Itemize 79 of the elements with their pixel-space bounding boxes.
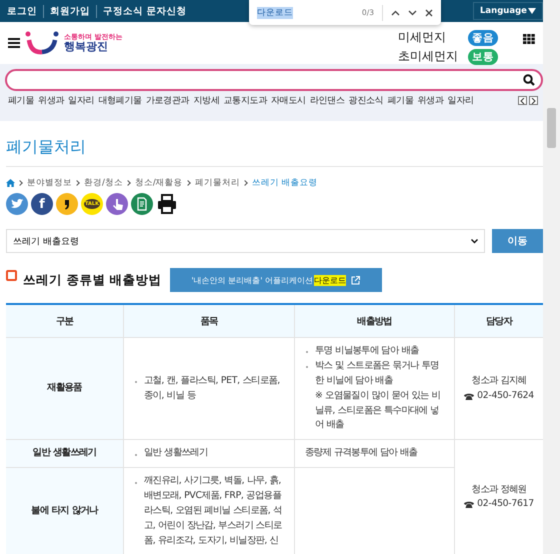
- top-link[interactable]: 회원가입: [43, 4, 96, 18]
- document-icon[interactable]: [131, 193, 153, 215]
- home-icon[interactable]: [6, 179, 15, 187]
- column-header: 배출방법: [294, 304, 454, 338]
- air-quality-label: 미세먼지: [398, 29, 447, 46]
- item-text: 일반 생활쓰레기: [134, 446, 284, 462]
- top-link[interactable]: 로그인: [7, 4, 43, 18]
- section-heading: 쓰레기 종류별 배출방법: [23, 272, 162, 288]
- logo-icon: [25, 31, 59, 55]
- contact-phone: 02-450-7617: [477, 497, 534, 512]
- column-header: 구분: [6, 304, 124, 338]
- contact-phone: 02-450-7624: [477, 388, 534, 403]
- keyword-link[interactable]: 교통지도과: [223, 94, 267, 107]
- keyword-link[interactable]: 지방세: [193, 94, 220, 107]
- bird-icon[interactable]: [6, 193, 28, 215]
- close-icon[interactable]: [425, 8, 433, 16]
- chevron-icon: [125, 180, 131, 186]
- method-text: 투명 비닐봉투에 담아 배출: [305, 344, 444, 359]
- search-field[interactable]: [5, 69, 543, 91]
- keyword-link[interactable]: 일자리: [68, 94, 94, 107]
- breadcrumb-link[interactable]: 청소/재활용: [134, 177, 183, 189]
- breadcrumb-link[interactable]: 쓰레기 배출요령: [252, 177, 318, 189]
- method-text: 박스 및 스트로폼은 묶거나 투명한 비닐에 담아 배출: [305, 358, 444, 389]
- top-link[interactable]: 구정소식 문자신청: [96, 4, 192, 18]
- phone-icon: [464, 392, 474, 400]
- column-header: 품목: [124, 304, 294, 338]
- facebook-share-button[interactable]: f: [31, 193, 53, 215]
- method-note: ※ 오염물질이 많이 묻어 있는 비닐류, 스티로폼은 특수마대에 넣어 배출: [314, 388, 442, 432]
- method-text: 종량제 규격봉투에 담아 배출: [305, 446, 418, 460]
- air-quality-badge: 좋음: [468, 30, 498, 46]
- comma-icon[interactable]: [56, 193, 78, 215]
- scrollbar-thumb[interactable]: [547, 108, 556, 148]
- search-icon[interactable]: [523, 74, 535, 86]
- find-query-field[interactable]: 다운로드: [257, 6, 293, 18]
- scrollbar[interactable]: [543, 0, 560, 554]
- app-download-button[interactable]: '내손안의 분리배출' 어플리케이션 다운로드: [170, 268, 382, 292]
- keyword-link[interactable]: 가로경관과: [146, 94, 190, 107]
- keyword-link[interactable]: 광진소식: [348, 94, 384, 107]
- contact-name: 청소과 김지혜: [470, 374, 528, 388]
- go-button[interactable]: 이동: [492, 229, 543, 253]
- language-dropdown[interactable]: Language: [473, 2, 543, 20]
- breadcrumb-link[interactable]: 폐기물처리: [194, 177, 240, 189]
- keyword-link[interactable]: 폐기물: [387, 94, 414, 107]
- keyword-link[interactable]: 자매도시: [270, 94, 306, 107]
- column-header: 담당자: [454, 304, 543, 338]
- external-link-icon: [350, 276, 360, 284]
- next-button[interactable]: [529, 96, 538, 105]
- keyword-link[interactable]: 위생과: [418, 94, 444, 107]
- chevron-down-icon[interactable]: [408, 10, 417, 16]
- air-quality-label: 초미세먼지: [398, 48, 459, 65]
- keyword-link[interactable]: 폐기물: [8, 94, 34, 107]
- logo-name: 행복광진: [64, 41, 108, 52]
- page-title: 폐기물처리: [6, 121, 543, 167]
- square-bullet-icon: [6, 270, 17, 281]
- keyword-link[interactable]: 라인댄스: [310, 94, 345, 107]
- chevron-icon: [74, 180, 80, 186]
- item-text: 깨진유리, 사기그릇, 벽돌, 나무, 흙, 배변모래, PVC제품, FRP, 공업용플라스틱, 오염된 폐비닐 스티로폼, 석고, 어린이 장난감, 부스러기 스티로폼, 유리조각, 도자기, 비닐장판, 신: [134, 474, 284, 548]
- chevron-icon: [17, 180, 23, 186]
- grid-menu-icon[interactable]: [523, 34, 535, 44]
- keyword-link[interactable]: 일자리: [448, 94, 474, 107]
- contact-name: 청소과 정혜원: [470, 482, 528, 496]
- caret-icon: [528, 8, 536, 14]
- breadcrumb-link[interactable]: 환경/청소: [84, 177, 123, 189]
- item-text: 고철, 캔, 플라스틱, PET, 스티로폼, 종이, 비닐 등: [134, 374, 284, 404]
- category-cell: 일반 생활쓰레기: [6, 440, 124, 468]
- breadcrumb-link[interactable]: 분야별정보: [27, 177, 72, 189]
- menu-icon[interactable]: [8, 38, 20, 48]
- chevron-up-icon[interactable]: [391, 10, 400, 16]
- keyword-link[interactable]: 대형폐기물: [98, 94, 142, 107]
- category-cell: 재활용품: [6, 338, 124, 440]
- chevron-down-icon: [471, 238, 478, 244]
- phone-icon: [464, 501, 474, 508]
- hand-pointer-icon[interactable]: [106, 193, 128, 215]
- air-quality-badge: 보통: [468, 48, 498, 64]
- print-icon[interactable]: [156, 194, 178, 214]
- keyword-link[interactable]: 위생과: [38, 94, 64, 107]
- page-select[interactable]: 쓰레기 배출요령: [6, 229, 485, 253]
- previous-button[interactable]: [518, 96, 527, 105]
- category-cell: 불에 타지 않거나: [6, 468, 124, 554]
